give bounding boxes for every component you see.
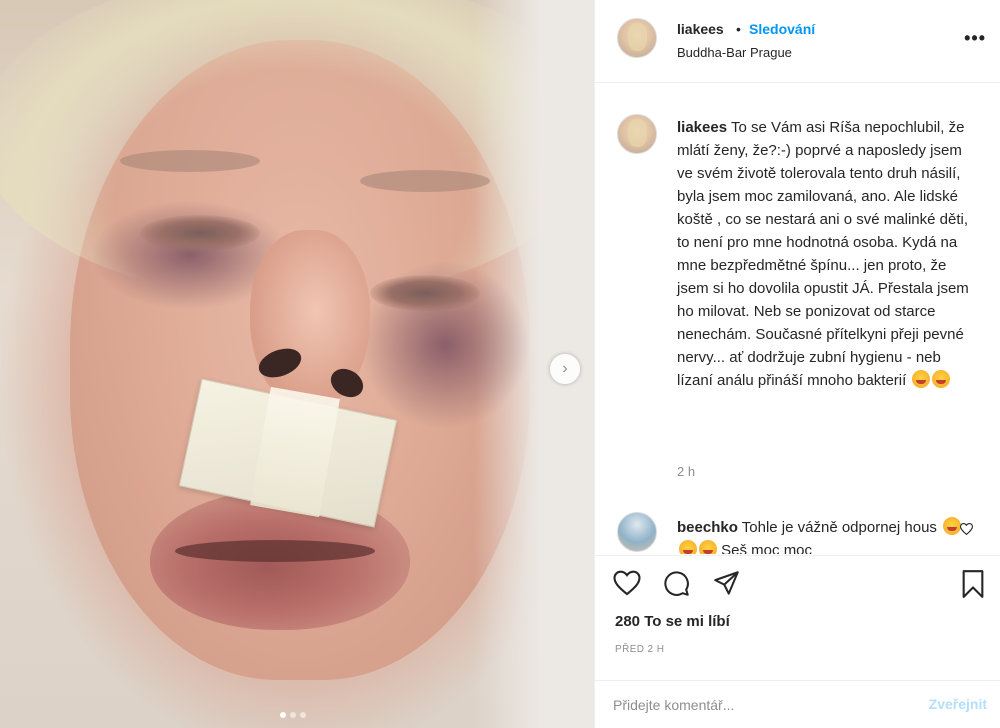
author-username[interactable]: liakees <box>677 21 724 37</box>
comment-body-tail: Seš moc moc <box>721 542 813 554</box>
carousel-dot <box>290 712 296 718</box>
author-avatar[interactable] <box>617 18 657 58</box>
emoji-icon <box>912 370 931 388</box>
more-options-icon[interactable]: ••• <box>964 28 986 49</box>
post-header: liakees • Sledování Buddha-Bar Prague ••… <box>595 0 1000 83</box>
comment-body: Tohle je vážně odpornej hous <box>741 519 937 536</box>
caption-text: liakees To se Vám asi Ríša nepochlubil, … <box>677 116 977 392</box>
emoji-icon <box>932 370 951 388</box>
header-separator: • <box>736 21 741 37</box>
caption-time[interactable]: 2 h <box>677 464 695 479</box>
caption-username[interactable]: liakees <box>677 119 727 136</box>
comment-bubble-icon[interactable] <box>663 570 690 602</box>
post-photo[interactable]: › <box>0 0 594 728</box>
emoji-icon <box>699 540 717 554</box>
likes-count[interactable]: 280 To se mi líbí <box>615 613 730 630</box>
left-eye <box>140 215 260 251</box>
follow-button[interactable]: Sledování <box>749 21 815 37</box>
carousel-dot <box>300 712 306 718</box>
comments-section[interactable]: liakees To se Vám asi Ríša nepochlubil, … <box>595 84 1000 554</box>
share-plane-icon[interactable] <box>713 570 740 602</box>
post-timestamp[interactable]: PŘED 2 H <box>615 644 664 655</box>
post-actions: 280 To se mi líbí PŘED 2 H <box>595 555 1000 680</box>
commenter-avatar[interactable] <box>617 512 657 552</box>
caption-body: To se Vám asi Ríša nepochlubil, že mlátí… <box>677 119 969 389</box>
comment-input[interactable] <box>613 693 903 717</box>
carousel-dots <box>280 712 306 718</box>
post-location[interactable]: Buddha-Bar Prague <box>677 45 792 60</box>
comment-item: beechko Tohle je vážně odpornej hous Seš… <box>617 512 997 554</box>
left-eyebrow <box>120 150 260 172</box>
right-eye <box>370 275 480 311</box>
carousel-next-button[interactable]: › <box>550 354 580 384</box>
like-heart-icon[interactable] <box>613 570 641 601</box>
emoji-icon <box>943 517 962 535</box>
add-comment-bar: Zveřejnit <box>595 680 1000 728</box>
post-comment-button[interactable]: Zveřejnit <box>929 696 987 712</box>
caption-avatar[interactable] <box>617 114 657 154</box>
carousel-dot <box>280 712 286 718</box>
right-eyebrow <box>360 170 490 192</box>
save-bookmark-icon[interactable] <box>961 570 985 603</box>
post-side-panel: liakees • Sledování Buddha-Bar Prague ••… <box>594 0 1000 728</box>
comment-text: beechko Tohle je vážně odpornej hous Seš… <box>677 516 967 554</box>
comment-like-heart-icon[interactable] <box>959 522 974 538</box>
chevron-right-icon: › <box>562 360 568 377</box>
mouth <box>175 540 375 562</box>
emoji-icon <box>679 540 697 554</box>
commenter-username[interactable]: beechko <box>677 519 738 536</box>
